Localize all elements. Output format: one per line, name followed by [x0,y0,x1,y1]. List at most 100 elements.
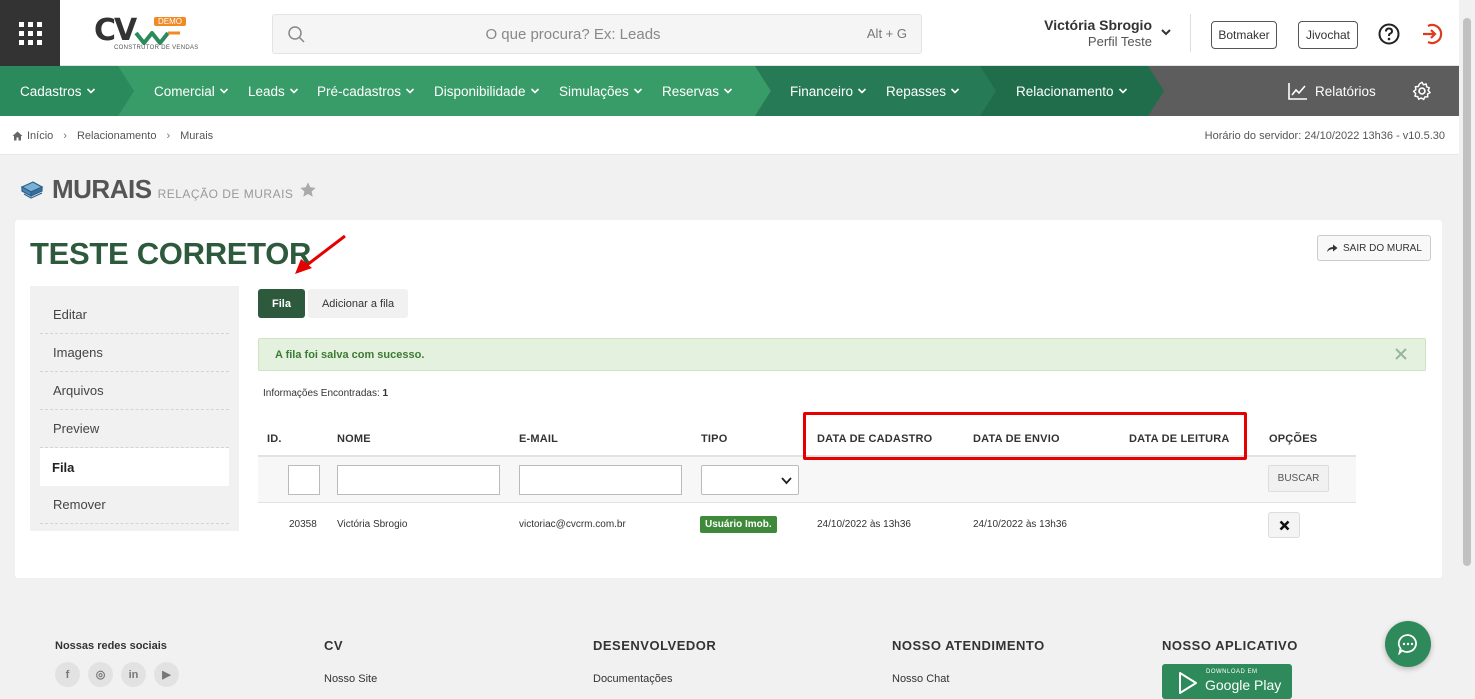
filter-tipo-select[interactable] [701,465,799,495]
apps-menu-button[interactable] [0,0,60,66]
youtube-icon[interactable]: ▶ [154,662,179,687]
close-icon[interactable] [1395,348,1407,360]
breadcrumb-separator: › [166,130,171,142]
nav-relacionamento[interactable]: Relacionamento [1016,66,1128,116]
nav-label: Leads [248,83,285,99]
side-item-imagens[interactable]: Imagens [40,334,229,372]
chevron-down-icon [857,88,867,94]
nav-label: Relacionamento [1016,83,1114,99]
nav-label: Disponibilidade [434,83,526,99]
cell-data-envio: 24/10/2022 às 13h36 [973,519,1067,530]
home-icon [12,131,23,141]
column-header-opcoes: OPÇÕES [1269,433,1318,445]
tipo-badge: Usuário Imob. [700,516,777,533]
page-subtitle: RELAÇÃO DE MURAIS [157,187,294,201]
side-item-preview[interactable]: Preview [40,410,229,448]
side-item-fila[interactable]: Fila [40,448,229,486]
breadcrumb-separator: › [63,130,67,142]
nav-label: Pré-cadastros [317,83,402,99]
nav-reservas[interactable]: Reservas [662,66,733,116]
breadcrumb: Início › Relacionamento › Murais [12,130,213,142]
footer-link-nosso-site[interactable]: Nosso Site [324,673,377,685]
nav-label: Repasses [886,83,947,99]
nav-label: Comercial [154,83,215,99]
side-item-remover[interactable]: Remover [40,486,229,524]
chevron-down-icon [781,477,792,485]
chevron-down-icon [950,88,960,94]
instagram-icon[interactable]: ◎ [88,662,113,687]
nav-disponibilidade[interactable]: Disponibilidade [434,66,540,116]
nav-simulacoes[interactable]: Simulações [559,66,643,116]
chevron-down-icon [289,88,298,94]
nav-relatorios[interactable]: Relatórios [1288,66,1376,116]
search-shortcut-hint: Alt + G [866,26,907,41]
cell-email: victoriac@cvcrm.com.br [519,519,626,530]
side-item-editar[interactable]: Editar [40,296,229,334]
tab-adicionar-a-fila[interactable]: Adicionar a fila [307,289,409,318]
column-header-nome[interactable]: NOME [337,433,371,445]
column-header-data-leitura[interactable]: DATA DE LEITURA [1129,433,1230,445]
breadcrumb-inicio[interactable]: Início [27,130,53,142]
gear-icon[interactable] [1411,80,1433,102]
nav-label: Financeiro [790,83,854,99]
footer-cv-title: CV [324,638,344,653]
breadcrumb-relacionamento[interactable]: Relacionamento [77,130,157,142]
chevron-down-icon [219,88,228,94]
chevron-down-icon[interactable] [1160,26,1172,38]
page-scrollbar[interactable] [1459,0,1475,699]
chevron-down-icon [633,88,642,94]
star-icon[interactable] [299,181,317,199]
footer-app-title: NOSSO APLICATIVO [1162,638,1298,653]
chevron-down-icon [1118,88,1127,94]
results-count-value: 1 [382,388,389,399]
cell-data-cadastro: 24/10/2022 às 13h36 [817,519,911,530]
chat-button[interactable] [1385,621,1431,667]
column-header-tipo[interactable]: TIPO [701,433,727,445]
filter-nome-input[interactable] [337,465,500,495]
breadcrumb-murais[interactable]: Murais [180,130,213,142]
mural-icon [20,180,44,199]
footer-link-documentacoes[interactable]: Documentações [593,673,673,685]
column-header-email[interactable]: E-MAIL [519,433,558,445]
logo-demo-badge: DEMO [154,17,186,26]
column-header-data-cadastro[interactable]: DATA DE CADASTRO [817,433,932,445]
side-item-arquivos[interactable]: Arquivos [40,372,229,410]
nav-comercial[interactable]: Comercial [154,66,229,116]
cv-logo[interactable]: CV DEMO CONSTRUTOR DE VENDAS [94,13,198,55]
remove-row-button[interactable] [1268,512,1300,538]
botmaker-button[interactable]: Botmaker [1211,21,1277,49]
grid-icon [18,21,42,45]
google-play-badge[interactable]: DOWNLOAD EM Google Play [1162,664,1292,699]
jivochat-button[interactable]: Jivochat [1298,21,1358,49]
mural-title: TESTE CORRETOR [30,236,312,271]
logout-icon[interactable] [1420,22,1444,46]
user-menu[interactable]: Victória Sbrogio Perfil Teste [1020,17,1152,49]
footer: Nossas redes sociais f ◎ in ▶ CV Nosso S… [0,620,1475,699]
search-button[interactable]: BUSCAR [1268,465,1329,492]
filter-email-input[interactable] [519,465,682,495]
user-name: Victória Sbrogio [1044,17,1152,33]
mural-card: TESTE CORRETOR SAIR DO MURAL Editar Imag… [15,220,1442,578]
nav-pre-cadastros[interactable]: Pré-cadastros [317,66,415,116]
nav-financeiro[interactable]: Financeiro [790,66,867,116]
scrollbar-thumb[interactable] [1463,18,1471,566]
help-icon[interactable] [1378,23,1400,45]
results-count: Informações Encontradas: 1 [263,388,388,399]
linkedin-icon[interactable]: in [121,662,146,687]
search-input[interactable] [313,15,833,53]
share-arrow-icon [1327,244,1338,252]
alert-message: A fila foi salva com sucesso. [275,349,425,361]
filter-id-input[interactable] [288,465,320,495]
nav-label: Cadastros [20,83,82,99]
column-header-data-envio[interactable]: DATA DE ENVIO [973,433,1060,445]
nav-repasses[interactable]: Repasses [886,66,960,116]
nav-cadastros[interactable]: Cadastros [20,66,96,116]
exit-mural-button[interactable]: SAIR DO MURAL [1317,235,1431,261]
footer-social-title: Nossas redes sociais [55,640,167,652]
column-header-id[interactable]: ID. [267,433,282,445]
footer-link-nosso-chat[interactable]: Nosso Chat [892,673,949,685]
facebook-icon[interactable]: f [55,662,80,687]
tab-fila[interactable]: Fila [258,289,305,318]
nav-leads[interactable]: Leads [248,66,299,116]
nav-label: Simulações [559,83,629,99]
